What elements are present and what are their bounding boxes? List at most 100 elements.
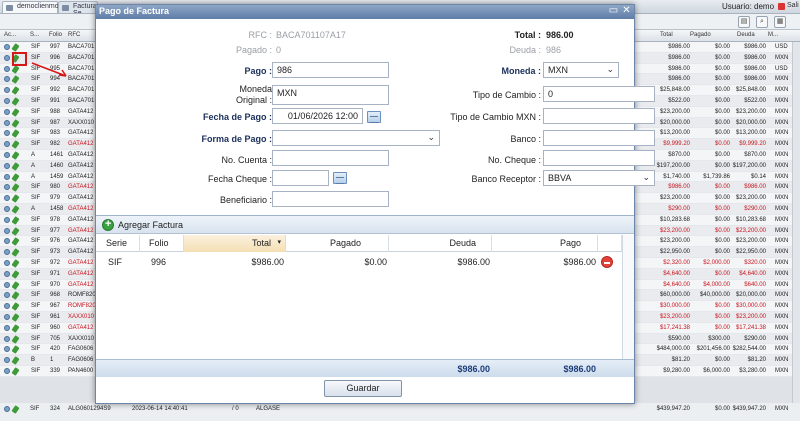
view-icon[interactable]: [4, 303, 10, 310]
edit-icon[interactable]: [11, 334, 20, 344]
view-icon[interactable]: [4, 108, 10, 115]
view-icon[interactable]: [4, 259, 10, 266]
tab-facturas[interactable]: Facturas Se...: [58, 1, 98, 13]
moneda-original-input[interactable]: MXN: [272, 85, 389, 105]
inv-col-serie[interactable]: Serie: [96, 235, 140, 252]
no-cuenta-input[interactable]: [272, 150, 389, 166]
calendar-icon[interactable]: [367, 111, 381, 123]
search-icon[interactable]: ⌕: [756, 16, 768, 28]
view-icon[interactable]: [4, 130, 10, 137]
edit-icon[interactable]: [11, 75, 20, 85]
edit-icon[interactable]: [11, 97, 20, 106]
fecha-cheque-input[interactable]: [272, 170, 329, 186]
view-icon[interactable]: [4, 65, 10, 72]
dialog-title-bar[interactable]: Pago de Factura ▭ ✕: [96, 5, 634, 19]
tipo-cambio-mxn-input[interactable]: [543, 108, 655, 124]
view-icon[interactable]: [4, 216, 10, 223]
edit-icon[interactable]: [11, 280, 20, 290]
edit-icon[interactable]: [11, 64, 20, 74]
edit-icon[interactable]: [11, 183, 20, 193]
edit-icon[interactable]: [11, 205, 20, 214]
banco-receptor-select[interactable]: BBVA ⌄: [543, 170, 655, 186]
exit-button[interactable]: Sali: [778, 2, 799, 10]
invoice-row[interactable]: SIF 996 $986.00 $0.00 $986.00 $986.00: [96, 253, 634, 271]
col-header-total[interactable]: Total: [660, 32, 673, 38]
edit-icon[interactable]: [11, 237, 20, 247]
edit-icon[interactable]: [11, 291, 20, 301]
edit-icon[interactable]: [11, 259, 20, 268]
view-icon[interactable]: [4, 184, 10, 191]
grid-icon[interactable]: ▦: [774, 16, 786, 28]
view-icon[interactable]: [4, 313, 10, 320]
grid-scrollbar[interactable]: [792, 42, 800, 421]
save-button[interactable]: Guardar: [324, 380, 402, 397]
view-icon[interactable]: [4, 44, 10, 50]
edit-icon[interactable]: [11, 118, 20, 128]
edit-icon[interactable]: [11, 367, 20, 376]
inv-col-folio[interactable]: Folio: [140, 235, 184, 252]
tab-democlienmo2[interactable]: democlienmo2: [2, 1, 63, 13]
col-header-pagado[interactable]: Pagado: [690, 32, 711, 38]
view-icon[interactable]: [4, 238, 10, 245]
edit-icon[interactable]: [11, 248, 20, 257]
view-icon[interactable]: [4, 281, 10, 288]
edit-icon[interactable]: [11, 129, 20, 139]
print-icon[interactable]: ▤: [738, 16, 750, 28]
invoice-scrollbar[interactable]: [622, 235, 634, 359]
maximize-icon[interactable]: ▭: [608, 6, 619, 17]
edit-icon[interactable]: [11, 43, 20, 52]
col-header-folio[interactable]: Folio: [49, 32, 62, 38]
edit-icon[interactable]: [11, 313, 20, 322]
edit-icon[interactable]: [11, 107, 20, 117]
view-icon[interactable]: [4, 162, 10, 169]
view-icon[interactable]: [4, 367, 10, 374]
view-icon[interactable]: [4, 346, 10, 353]
inv-col-total[interactable]: Total ▾: [184, 235, 286, 252]
view-icon[interactable]: [4, 292, 10, 299]
view-icon[interactable]: [4, 119, 10, 126]
inv-col-deuda[interactable]: Deuda: [389, 235, 492, 252]
view-icon[interactable]: [4, 335, 10, 342]
edit-icon[interactable]: [11, 140, 20, 149]
view-icon[interactable]: [4, 227, 10, 234]
edit-icon[interactable]: [11, 172, 20, 182]
col-header-deuda[interactable]: Deuda: [737, 32, 755, 38]
edit-icon[interactable]: [11, 356, 20, 365]
col-header-ac[interactable]: Ac...: [4, 32, 16, 38]
table-row[interactable]: SIF 324 ALG0601294S9 2023-06-14 14:40:41…: [0, 404, 800, 416]
view-icon[interactable]: [4, 357, 10, 364]
view-icon[interactable]: [4, 324, 10, 331]
remove-icon[interactable]: [601, 256, 613, 268]
forma-pago-select[interactable]: ⌄: [272, 130, 440, 146]
col-header-rfc[interactable]: RFC: [68, 32, 80, 38]
banco-input[interactable]: [543, 130, 655, 146]
add-invoice-button[interactable]: Agregar Factura: [118, 220, 183, 230]
edit-icon[interactable]: [11, 86, 20, 95]
view-icon[interactable]: [4, 205, 10, 212]
view-icon[interactable]: [4, 54, 10, 61]
inv-col-pago[interactable]: Pago: [492, 235, 598, 252]
view-icon[interactable]: [4, 87, 10, 94]
edit-icon[interactable]: [11, 323, 20, 333]
add-icon[interactable]: [102, 218, 114, 231]
inv-col-pagado[interactable]: Pagado: [286, 235, 389, 252]
edit-icon[interactable]: [11, 194, 20, 203]
edit-icon[interactable]: [11, 151, 20, 160]
pago-input[interactable]: 986: [272, 62, 389, 78]
inv-cell-pago[interactable]: $986.00: [563, 257, 596, 267]
view-icon[interactable]: [4, 151, 10, 158]
view-icon[interactable]: [4, 141, 10, 148]
tipo-cambio-input[interactable]: 0: [543, 86, 655, 102]
view-icon[interactable]: [4, 195, 10, 202]
edit-icon[interactable]: [11, 269, 20, 279]
edit-icon[interactable]: [11, 405, 20, 414]
view-icon[interactable]: [4, 173, 10, 180]
no-cheque-input[interactable]: [543, 150, 655, 166]
edit-icon[interactable]: [11, 226, 20, 236]
view-icon[interactable]: [4, 270, 10, 277]
view-icon[interactable]: [4, 97, 10, 104]
fecha-pago-input[interactable]: 01/06/2026 12:00: [272, 108, 363, 124]
beneficiario-input[interactable]: [272, 191, 389, 207]
edit-icon[interactable]: [11, 161, 20, 171]
view-icon[interactable]: [4, 76, 10, 83]
